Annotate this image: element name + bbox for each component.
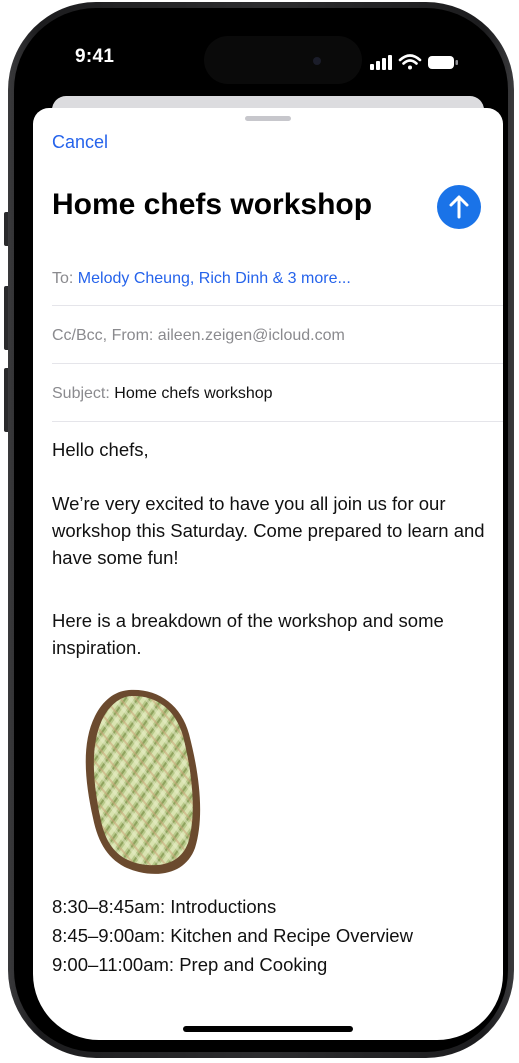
schedule-item[interactable]: 8:30–8:45am: Introductions — [52, 892, 276, 921]
schedule-item[interactable]: 8:45–9:00am: Kitchen and Recipe Overview — [52, 921, 413, 950]
compose-sheet: Cancel Home chefs workshop To: Melody Ch… — [33, 108, 503, 1040]
cancel-button[interactable]: Cancel — [52, 132, 108, 153]
send-button[interactable] — [437, 185, 481, 229]
divider — [52, 305, 503, 306]
body-paragraph[interactable]: Here is a breakdown of the workshop and … — [52, 607, 492, 661]
camera-icon — [313, 57, 321, 65]
compose-title: Home chefs workshop — [52, 188, 373, 221]
subject-label: Subject: — [52, 385, 110, 402]
schedule-item[interactable]: 9:00–11:00am: Prep and Cooking — [52, 950, 327, 979]
ccbcc-from-field[interactable]: Cc/Bcc, From: aileen.zeigen@icloud.com — [52, 327, 345, 345]
from-address[interactable]: aileen.zeigen@icloud.com — [158, 327, 345, 344]
subject-input[interactable]: Home chefs workshop — [114, 385, 272, 402]
to-label: To: — [52, 270, 74, 287]
status-time: 9:41 — [75, 46, 115, 67]
subject-field[interactable]: Subject: Home chefs workshop — [52, 385, 273, 403]
to-recipients[interactable]: Melody Cheung, Rich Dinh & 3 more... — [78, 270, 351, 287]
status-icons — [370, 54, 458, 70]
to-field[interactable]: To: Melody Cheung, Rich Dinh & 3 more... — [52, 270, 351, 288]
avocado-toast-image[interactable] — [77, 686, 209, 876]
body-greeting[interactable]: Hello chefs, — [52, 436, 492, 463]
ccbcc-from-label: Cc/Bcc, From: — [52, 327, 154, 344]
divider — [52, 421, 503, 422]
sheet-grabber[interactable] — [245, 116, 291, 121]
wifi-icon — [398, 54, 422, 70]
arrow-up-icon — [449, 195, 469, 219]
body-paragraph[interactable]: We’re very excited to have you all join … — [52, 490, 492, 571]
cellular-signal-icon — [370, 55, 392, 70]
screenshot-stage: 9:41 Cancel Home chefs workshop To: Melo… — [0, 0, 519, 1063]
dynamic-island — [204, 36, 362, 84]
battery-icon — [428, 56, 458, 69]
divider — [52, 363, 503, 364]
home-indicator — [183, 1026, 353, 1032]
